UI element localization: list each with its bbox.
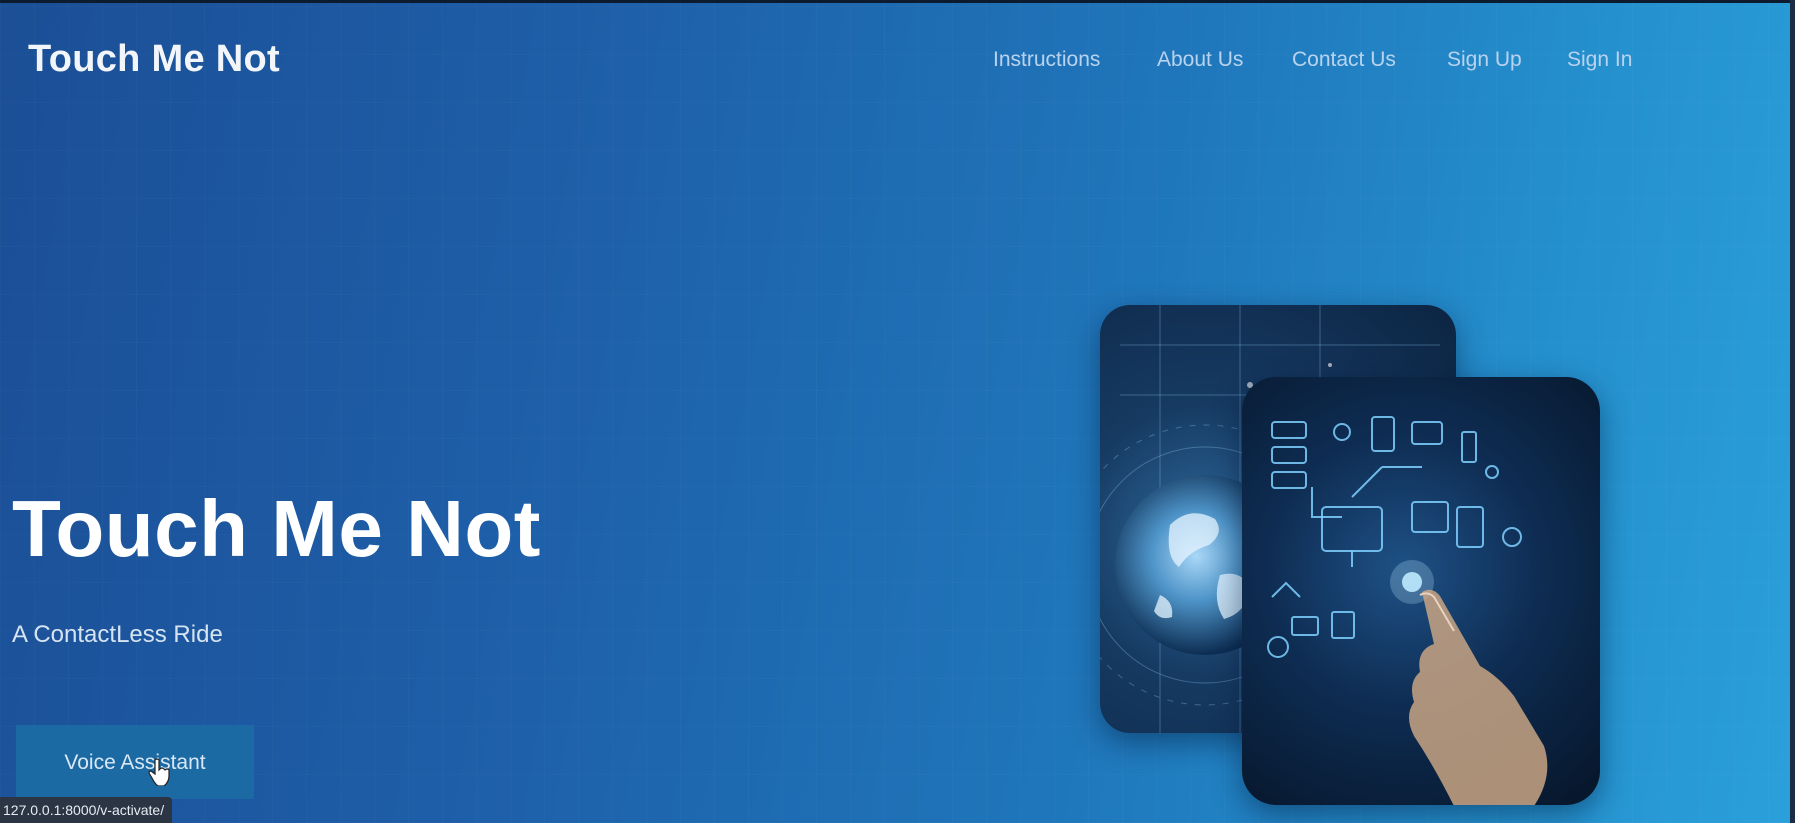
nav-sign-up[interactable]: Sign Up — [1447, 48, 1522, 72]
touchscreen-hand-image — [1242, 377, 1600, 805]
main-nav: Instructions About Us Contact Us Sign Up… — [0, 48, 1795, 78]
voice-assistant-button[interactable]: Voice Assistant — [16, 725, 254, 799]
nav-instructions[interactable]: Instructions — [993, 48, 1100, 72]
page: Touch Me Not Instructions About Us Conta… — [0, 0, 1795, 823]
hand-cursor-icon — [148, 758, 170, 786]
touchscreen-illustration — [1267, 416, 1548, 805]
nav-about-us[interactable]: About Us — [1157, 48, 1243, 72]
hero-subtitle: A ContactLess Ride — [12, 621, 223, 648]
nav-sign-in[interactable]: Sign In — [1567, 48, 1632, 72]
hero-section: Touch Me Not Instructions About Us Conta… — [0, 3, 1795, 823]
window-edge — [1790, 0, 1795, 823]
hero-title: Touch Me Not — [12, 484, 541, 573]
nav-contact-us[interactable]: Contact Us — [1292, 48, 1396, 72]
status-bar-url: 127.0.0.1:8000/v-activate/ — [0, 797, 173, 823]
